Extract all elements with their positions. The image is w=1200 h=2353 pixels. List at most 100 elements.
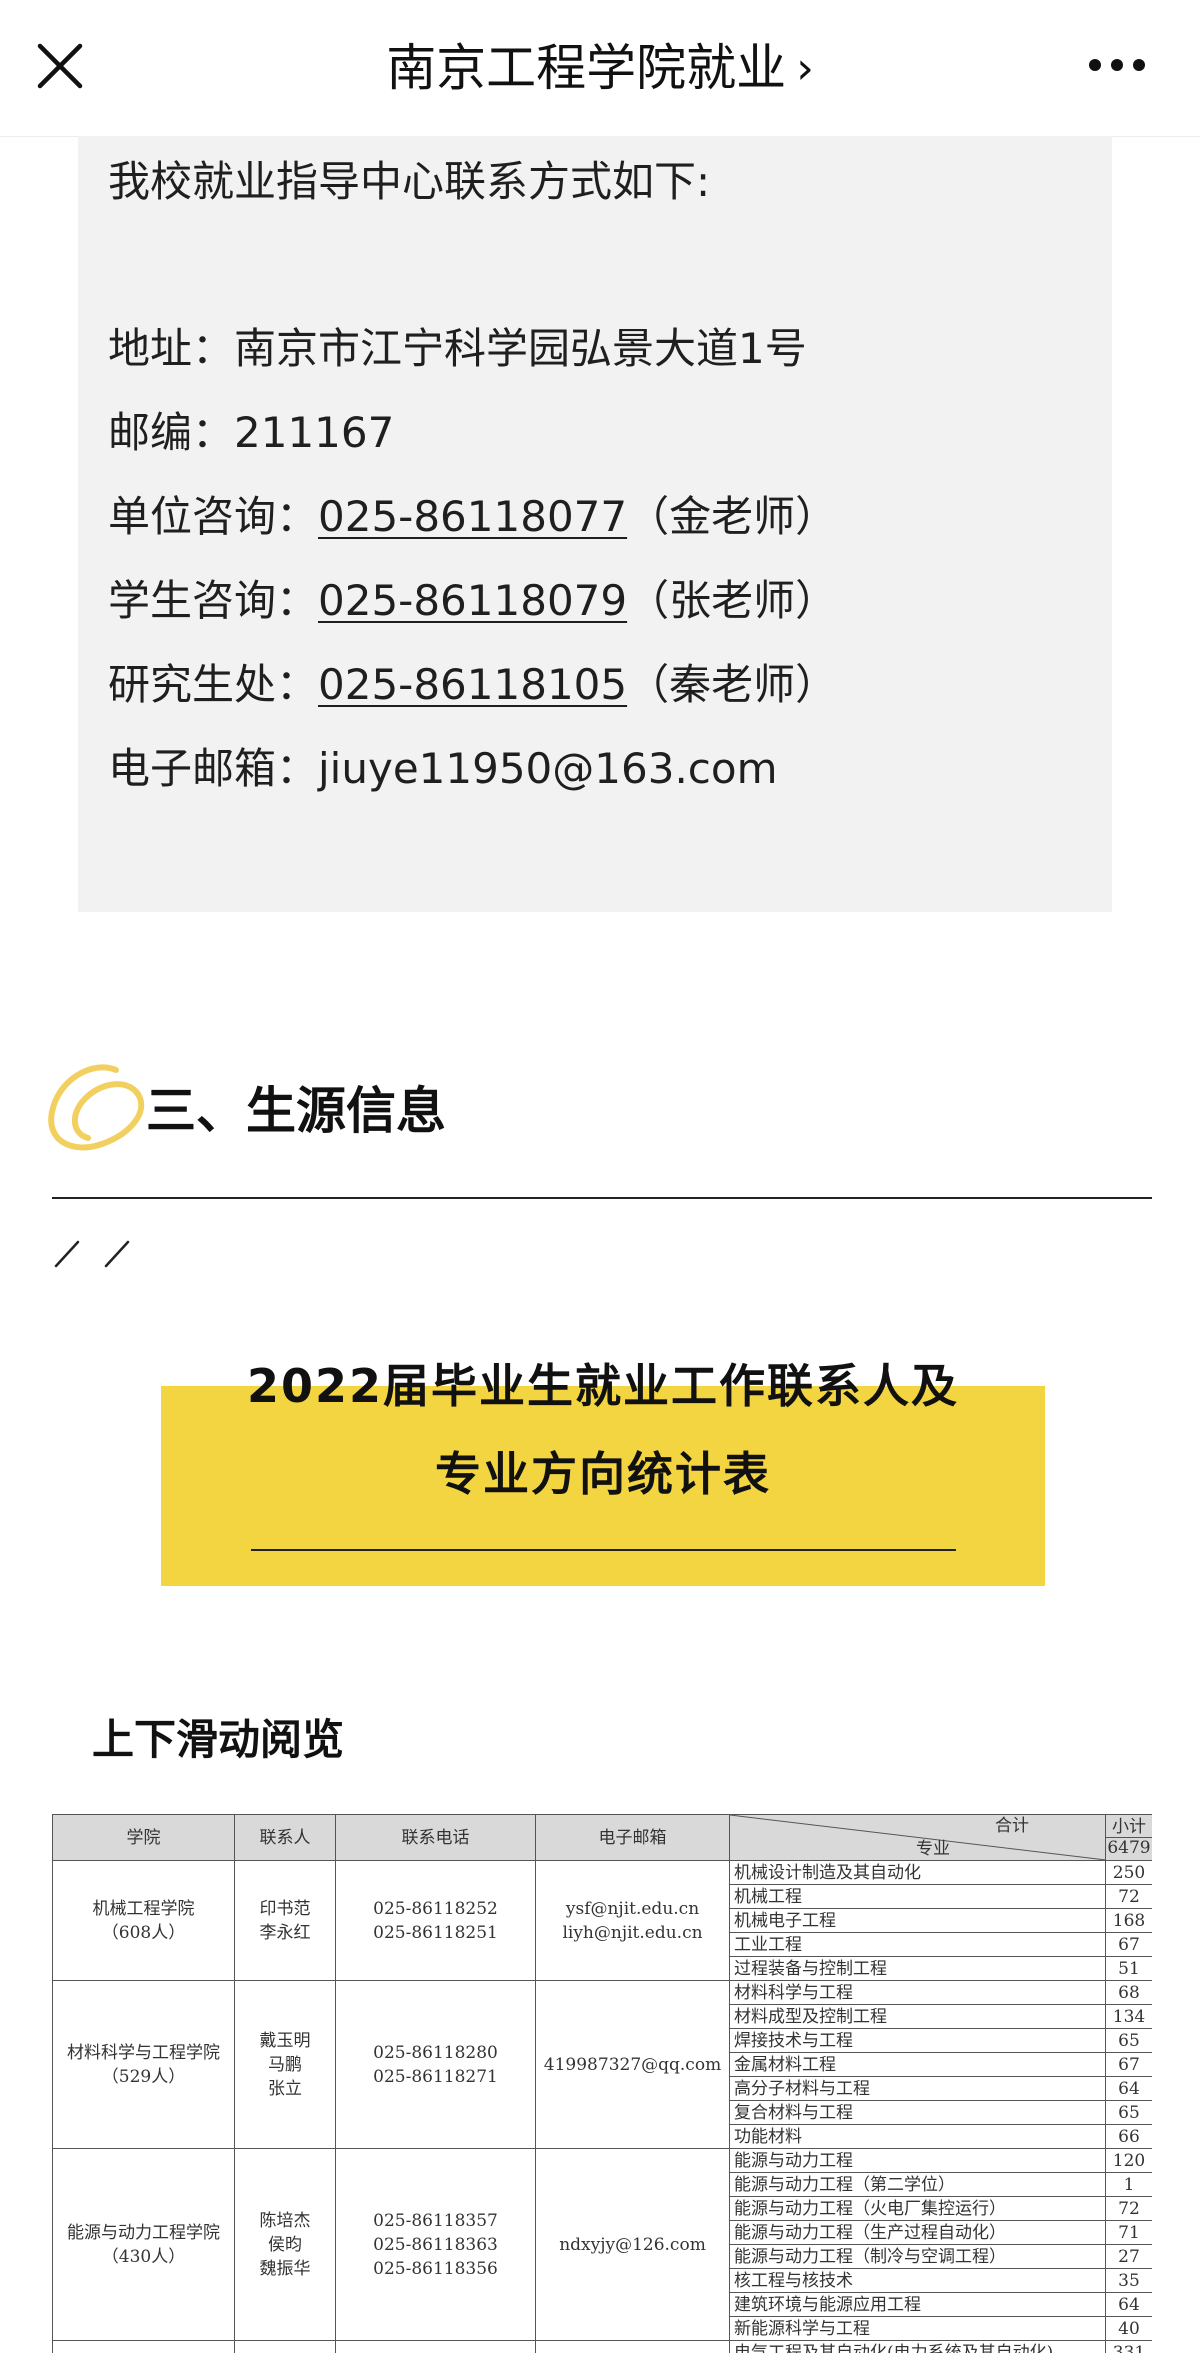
section-divider [52, 1197, 1152, 1199]
major-count: 134 [1105, 2004, 1152, 2029]
contact-cell: 戴玉明 马鹏 张立 [234, 1980, 336, 2149]
major-name: 能源与动力工程（火电厂集控运行） [729, 2196, 1106, 2221]
email-address: ysf@njit.edu.cn [565, 1898, 700, 1919]
college-count: （430人） [101, 2246, 186, 2267]
brush-loop-decoration [48, 1064, 145, 1151]
grad-phone-link[interactable]: 025-86118105 [318, 660, 627, 709]
card-title-line2: 专业方向统计表 [435, 1447, 771, 1501]
phone-number: 025-86118280 [373, 2042, 498, 2063]
account-title-link[interactable]: 南京工程学院就业 › [300, 30, 900, 106]
unit-phone-link[interactable]: 025-86118077 [318, 492, 627, 541]
student-phone-link[interactable]: 025-86118079 [318, 576, 627, 625]
contact-cell: 陈培杰 侯昀 魏振华 [234, 2148, 336, 2341]
major-count: 35 [1105, 2268, 1152, 2293]
major-count: 65 [1105, 2100, 1152, 2125]
section-title: 三、生源信息 [146, 1082, 446, 1140]
header-major: 专业 [916, 1839, 950, 1859]
phone-number: 025-86118356 [373, 2258, 498, 2279]
major-count: 64 [1105, 2076, 1152, 2101]
contact-email: 电子邮箱：jiuye11950@163.com [108, 741, 778, 797]
student-label: 学生咨询： [108, 576, 319, 625]
contact-name: 侯昀 [268, 2234, 302, 2255]
grad-person: （秦老师） [627, 660, 838, 709]
contact-cell [234, 2340, 336, 2353]
major-name: 高分子材料与工程 [729, 2076, 1106, 2101]
major-name: 功能材料 [729, 2124, 1106, 2149]
major-count: 68 [1105, 1980, 1152, 2005]
account-title: 南京工程学院就业 [386, 39, 787, 97]
phone-number: 025-86118252 [373, 1898, 498, 1919]
more-dots-icon[interactable] [1086, 54, 1148, 76]
contact-name: 戴玉明 [259, 2030, 311, 2051]
card-title-line1: 2022届毕业生就业工作联系人及 [246, 1359, 960, 1413]
phone-number: 025-86118357 [373, 2210, 498, 2231]
email-label: 电子邮箱： [108, 744, 319, 793]
header-total-major: 合计 专业 [729, 1814, 1106, 1861]
phone-number: 025-86118251 [373, 1922, 498, 1943]
phone-cell: 025-86118357 025-86118363 025-86118356 [335, 2148, 536, 2341]
email-cell [535, 2340, 730, 2353]
email-cell: 419987327@qq.com [535, 1980, 730, 2149]
close-icon[interactable] [34, 40, 86, 92]
major-count: 72 [1105, 1884, 1152, 1909]
major-name: 新能源科学与工程 [729, 2316, 1106, 2341]
major-name: 能源与动力工程（第二学位） [729, 2172, 1106, 2197]
table-row: 机械工程学院 （608人） 印书范 李永红 025-86118252 025-861182… [52, 1860, 1152, 1981]
email-address: liyh@njit.edu.cn [562, 1922, 703, 1943]
header-subtotal-cell: 小计 6479 [1105, 1814, 1152, 1861]
postcode-value: 211167 [234, 408, 395, 457]
major-count: 51 [1105, 1956, 1152, 1981]
phone-cell: 025-86118252 025-86118251 [335, 1860, 536, 1981]
major-name: 机械工程 [729, 1884, 1106, 1909]
college-cell: 材料科学与工程学院 （529人） [52, 1980, 235, 2149]
email-value: jiuye11950@163.com [318, 744, 778, 793]
major-count: 64 [1105, 2292, 1152, 2317]
phone-number: 025-86118271 [373, 2066, 498, 2087]
phone-cell: 025-86118280 025-86118271 [335, 1980, 536, 2149]
major-count: 331 [1105, 2340, 1152, 2353]
major-count: 168 [1105, 1908, 1152, 1933]
table-body: 机械工程学院 （608人） 印书范 李永红 025-86118252 025-861182… [52, 1860, 1152, 2353]
header-grand-total: 6479 [1107, 1838, 1151, 1858]
major-name: 核工程与核技术 [729, 2268, 1106, 2293]
major-name: 能源与动力工程（生产过程自动化） [729, 2220, 1106, 2245]
header-email: 电子邮箱 [535, 1814, 730, 1861]
stats-table-scroll-area[interactable]: 学院 联系人 联系电话 电子邮箱 合计 专业 小计 6479 机械工程学院 （60… [52, 1814, 1152, 2353]
contact-name: 马鹏 [268, 2054, 302, 2075]
header-subtotal: 小计 [1106, 1817, 1152, 1838]
contact-graduate: 研究生处：025-86118105（秦老师） [108, 657, 837, 713]
address-label: 地址： [108, 324, 235, 373]
major-count: 27 [1105, 2244, 1152, 2269]
major-count: 1 [1105, 2172, 1152, 2197]
email-cell: ysf@njit.edu.cn liyh@njit.edu.cn [535, 1860, 730, 1981]
major-count: 71 [1105, 2220, 1152, 2245]
contact-unit: 单位咨询：025-86118077（金老师） [108, 489, 837, 545]
scroll-hint: 上下滑动阅览 [92, 1715, 345, 1764]
major-name: 材料科学与工程 [729, 1980, 1106, 2005]
major-count: 67 [1105, 2052, 1152, 2077]
college-cell: 机械工程学院 （608人） [52, 1860, 235, 1981]
grad-label: 研究生处： [108, 660, 319, 709]
college-cell [52, 2340, 235, 2353]
contact-student: 学生咨询：025-86118079（张老师） [108, 573, 837, 629]
major-name: 电气工程及其自动化(电力系统及其自动化) [729, 2340, 1106, 2353]
college-name: 机械工程学院 [92, 1898, 195, 1919]
contact-postcode: 邮编：211167 [108, 405, 394, 461]
major-count: 120 [1105, 2148, 1152, 2173]
header-phone: 联系电话 [335, 1814, 536, 1861]
contact-name: 张立 [268, 2078, 302, 2099]
major-count: 65 [1105, 2028, 1152, 2053]
college-name: 能源与动力工程学院 [67, 2222, 220, 2243]
college-count: （529人） [101, 2066, 186, 2087]
unit-person: （金老师） [627, 492, 838, 541]
address-value: 南京市江宁科学园弘景大道1号 [234, 324, 807, 373]
major-name: 工业工程 [729, 1932, 1106, 1957]
table-row: 能源与动力工程学院 （430人） 陈培杰 侯昀 魏振华 025-86118357 025-8… [52, 2148, 1152, 2341]
major-name: 材料成型及控制工程 [729, 2004, 1106, 2029]
table-header-row: 学院 联系人 联系电话 电子邮箱 合计 专业 小计 6479 [52, 1814, 1152, 1861]
contact-name: 李永红 [259, 1922, 311, 1943]
table-row: 材料科学与工程学院 （529人） 戴玉明 马鹏 张立 025-86118280 025-86… [52, 1980, 1152, 2149]
contact-cell: 印书范 李永红 [234, 1860, 336, 1981]
email-cell: ndxyjy@126.com [535, 2148, 730, 2341]
top-nav-bar: 南京工程学院就业 › [0, 0, 1200, 137]
